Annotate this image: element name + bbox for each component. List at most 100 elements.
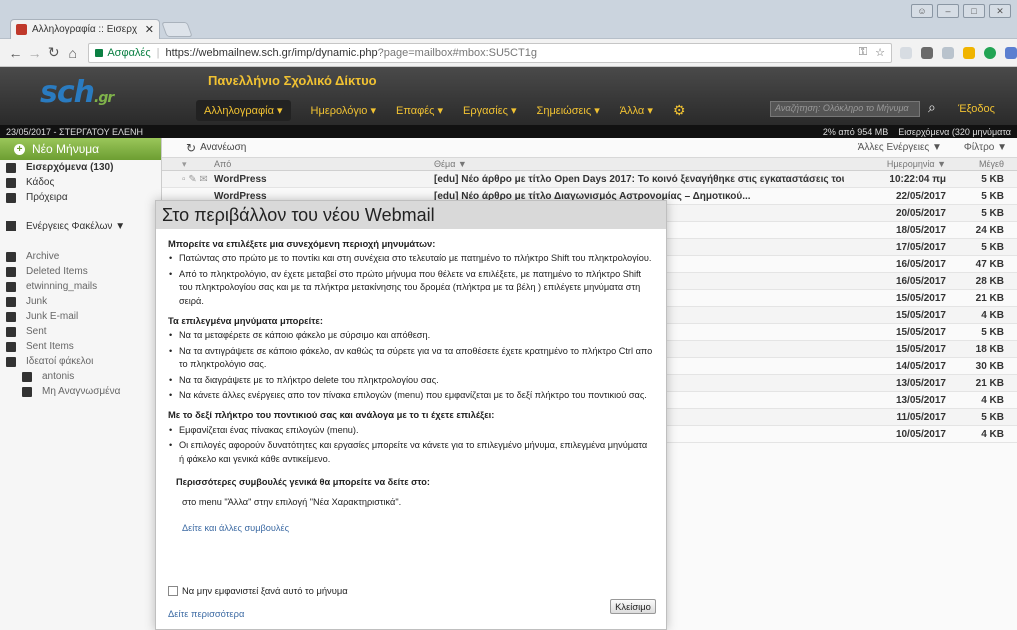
maximize-icon[interactable]: □ [963, 4, 985, 18]
sidebar-item-junk-email[interactable]: Junk E-mail [0, 309, 161, 324]
url-text: https://webmailnew.sch.gr/imp/dynamic.ph… [166, 47, 537, 59]
url-separator: | [156, 46, 160, 59]
sidebar-item-label: Archive [26, 251, 60, 262]
row-date: 16/05/2017 [895, 258, 946, 270]
more-tips-link[interactable]: Δείτε και άλλες συμβουλές [182, 522, 654, 535]
column-from[interactable]: Από [214, 159, 404, 169]
menu-calendar[interactable]: Ημερολόγιο ▾ [311, 104, 376, 117]
menu-notes[interactable]: Σημειώσεις ▾ [537, 104, 600, 117]
folder-actions-dropdown[interactable]: Ενέργειες Φακέλων ▼ [0, 217, 161, 235]
url-input[interactable]: Ασφαλές | https://webmailnew.sch.gr/imp/… [88, 42, 893, 63]
sidebar-item-sent-items[interactable]: Sent Items [0, 339, 161, 354]
url-base: https://webmailnew.sch.gr/imp/dynamic.ph… [165, 46, 378, 59]
filter-dropdown[interactable]: Φίλτρο ▼ [964, 142, 1007, 153]
unread-icon [22, 386, 32, 397]
logout-link[interactable]: Έξοδος [958, 103, 995, 115]
folder-icon [6, 251, 16, 262]
see-more-link[interactable]: Δείτε περισσότερα [168, 608, 656, 619]
sch-logo[interactable]: sch.gr [40, 75, 114, 110]
section-heading: Με το δεξί πλήκτρο του ποντικιού σας και… [168, 409, 495, 421]
extension-icon[interactable] [900, 46, 913, 59]
home-icon[interactable]: ⌂ [63, 45, 82, 61]
search-icon[interactable]: ⌕ [928, 99, 936, 116]
logo-suffix: .gr [94, 90, 114, 106]
row-date: 18/05/2017 [895, 224, 946, 236]
sidebar-item-unread[interactable]: Μη Αναγνωσμένα [0, 384, 161, 399]
row-date: 13/05/2017 [895, 377, 946, 389]
row-date: 22/05/2017 [895, 190, 946, 202]
close-tab-icon[interactable]: ✕ [145, 23, 154, 36]
dont-show-checkbox[interactable] [168, 585, 178, 596]
menu-instruction: στο menu "Άλλα" στην επιλογή "Νέα Χαρακτ… [182, 496, 402, 507]
sidebar-item-antonis[interactable]: antonis [0, 369, 161, 384]
sidebar-item-label: Junk E-mail [26, 311, 79, 322]
extension-icon[interactable] [1005, 46, 1017, 59]
search-input[interactable]: Αναζήτηση: Ολόκληρο το Μήνυμα [770, 101, 920, 117]
extension-icon[interactable] [963, 46, 976, 59]
row-size: 30 KB [975, 360, 1004, 372]
sidebar-item-drafts[interactable]: Πρόχειρα [0, 190, 161, 205]
sidebar-item-trash[interactable]: Κάδος [0, 175, 161, 190]
sidebar-item-etwinning[interactable]: etwinning_mails [0, 279, 161, 294]
key-icon[interactable]: ⚿ [859, 46, 867, 59]
more-tips-heading: Περισσότερες συμβουλές γενικά θα μπορείτ… [176, 477, 430, 488]
browser-tab-bar: Αλληλογραφία :: Εισερχ ✕ ☺ – □ ✕ [0, 0, 1017, 39]
table-row[interactable]: ▫ ✎ ✉ WordPress [edu] Νέο άρθρο με τίτλο O… [162, 171, 1017, 188]
sidebar-item-junk[interactable]: Junk [0, 294, 161, 309]
sidebar-item-label: Junk [26, 296, 48, 307]
list-toolbar: ↻ Ανανέωση Άλλες Ενέργειες ▼ Φίλτρο ▼ [162, 138, 1017, 158]
folder-icon [6, 296, 16, 307]
sidebar-item-deleted[interactable]: Deleted Items [0, 264, 161, 279]
gear-icon[interactable]: ⚙ [673, 102, 686, 119]
select-all-checkbox[interactable]: ▾ [162, 159, 214, 170]
column-size[interactable]: Μέγεθ [956, 159, 1010, 169]
new-message-button[interactable]: + Νέο Μήνυμα [0, 138, 161, 160]
close-button[interactable]: Κλείσιμο [610, 599, 656, 614]
minimize-icon[interactable]: – [937, 4, 959, 18]
row-size: 4 KB [981, 394, 1004, 406]
user-icon[interactable]: ☺ [911, 4, 933, 18]
sidebar-item-archive[interactable]: Archive [0, 249, 161, 264]
folder-icon [6, 281, 16, 292]
star-icon[interactable]: ☆ [875, 46, 885, 59]
new-message-label: Νέο Μήνυμα [32, 142, 100, 156]
menu-contacts[interactable]: Επαφές ▾ [396, 104, 443, 117]
row-subject: [edu] Νέο άρθρο με τίτλο Open Days 2017:… [434, 173, 844, 185]
sidebar-item-sent[interactable]: Sent [0, 324, 161, 339]
grammarly-icon[interactable] [984, 46, 997, 59]
folder-actions-label: Ενέργειες Φακέλων ▼ [26, 220, 126, 232]
menu-other[interactable]: Άλλα ▾ [620, 104, 653, 117]
tips-list: Πατώντας στο πρώτο με το ποντίκι και στη… [168, 252, 654, 308]
column-date[interactable]: Ημερομηνία ▼ [844, 159, 956, 169]
close-window-icon[interactable]: ✕ [989, 4, 1011, 18]
dont-show-option[interactable]: Να μην εμφανιστεί ξανά αυτό το μήνυμα [168, 585, 656, 596]
column-subject[interactable]: Θέμα ▼ [404, 159, 844, 169]
other-actions-dropdown[interactable]: Άλλες Ενέργειες ▼ [858, 142, 942, 153]
refresh-icon[interactable]: ↻ [186, 141, 196, 155]
sidebar-item-virtual-folders[interactable]: Ιδεατοί φάκελοι [0, 354, 161, 369]
sidebar: + Νέο Μήνυμα Εισερχόμενα (130) Κάδος Πρό… [0, 138, 162, 630]
row-size: 5 KB [981, 411, 1004, 423]
sidebar-item-label: Κάδος [26, 177, 55, 188]
sidebar-item-inbox[interactable]: Εισερχόμενα (130) [0, 160, 161, 175]
row-date: 20/05/2017 [895, 207, 946, 219]
sidebar-item-label: Πρόχειρα [26, 192, 68, 203]
row-from: WordPress [214, 173, 267, 185]
reload-icon[interactable]: ↻ [44, 44, 63, 61]
menu-tasks[interactable]: Εργασίες ▾ [463, 104, 516, 117]
browser-tab[interactable]: Αλληλογραφία :: Εισερχ ✕ [10, 19, 160, 39]
sidebar-item-label: Deleted Items [26, 266, 88, 277]
url-query: ?page=mailbox#mbox:SU5CT1g [377, 46, 537, 59]
refresh-button[interactable]: Ανανέωση [200, 142, 246, 153]
extension-icon[interactable] [921, 46, 934, 59]
row-size: 47 KB [975, 258, 1004, 270]
tip-item: Να τα διαγράψετε με το πλήκτρο delete το… [168, 374, 654, 388]
sidebar-item-label: Εισερχόμενα (130) [26, 162, 114, 173]
back-icon[interactable]: ← [6, 45, 25, 61]
forward-icon[interactable]: → [25, 45, 44, 61]
extension-icon[interactable] [942, 46, 955, 59]
new-tab-button[interactable] [161, 22, 193, 37]
sidebar-item-label: Μη Αναγνωσμένα [42, 386, 121, 397]
row-checkbox[interactable]: ▫ ✎ ✉ [162, 174, 214, 185]
menu-mail[interactable]: Αλληλογραφία ▾ [196, 99, 291, 121]
